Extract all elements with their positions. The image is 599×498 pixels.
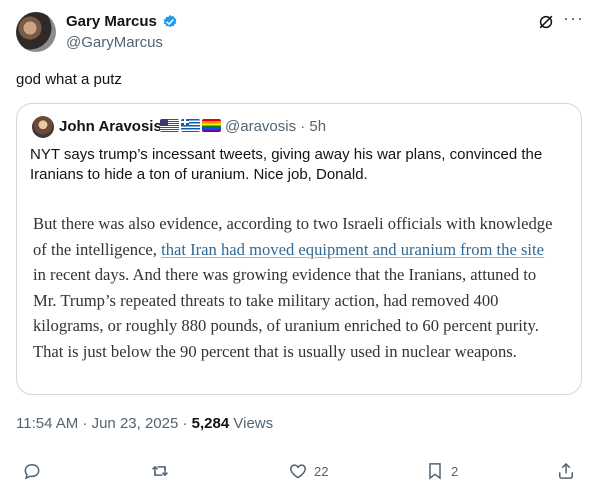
heart-icon: [290, 464, 306, 479]
bookmark-count: 2: [451, 463, 459, 479]
quoted-author-avatar: [32, 116, 54, 138]
rainbow-flag-icon: [202, 119, 221, 132]
greece-flag-icon: [181, 119, 200, 132]
views-count: 5,284: [191, 415, 230, 432]
quoted-handle-time: @aravosis · 5h: [225, 118, 327, 135]
reply-icon: [24, 463, 40, 480]
quoted-tweet-text: NYT says trump’s incessant tweets, givin…: [30, 146, 543, 183]
author-handle[interactable]: @GaryMarcus: [66, 34, 163, 52]
like-count: 22: [314, 463, 329, 479]
article-link: that Iran had moved equipment and uraniu…: [161, 239, 545, 259]
author-avatar[interactable]: [16, 12, 56, 52]
tweet-text: god what a putz: [16, 71, 122, 88]
retweet-button[interactable]: [150, 461, 176, 481]
tweet-datetime[interactable]: 11:54 AM · Jun 23, 2025 ·: [16, 415, 192, 432]
verified-badge-icon: [163, 15, 177, 28]
bookmark-icon: [429, 463, 441, 480]
views-label: Views: [229, 415, 274, 432]
quoted-article-excerpt-image[interactable]: But there was also evidence, according t…: [33, 211, 553, 365]
retweet-icon: [151, 465, 169, 477]
like-button[interactable]: 22: [288, 461, 328, 481]
tweet-meta: 11:54 AM · Jun 23, 2025 · 5,284 Views: [16, 414, 273, 434]
author-name[interactable]: Gary Marcus: [66, 12, 157, 32]
quoted-author-flags: [160, 119, 221, 132]
share-icon: [559, 462, 573, 479]
share-button[interactable]: [556, 461, 576, 481]
more-options-icon[interactable]: ···: [563, 8, 584, 28]
quoted-author-name: John Aravosis: [59, 118, 162, 135]
bookmark-button[interactable]: 2: [425, 461, 458, 481]
article-text-after: in recent days. And there was growing ev…: [33, 265, 539, 361]
us-flag-icon: [160, 119, 179, 132]
reply-button[interactable]: [22, 461, 48, 481]
grok-icon[interactable]: [536, 12, 556, 32]
action-bar: 22 2: [0, 456, 599, 486]
